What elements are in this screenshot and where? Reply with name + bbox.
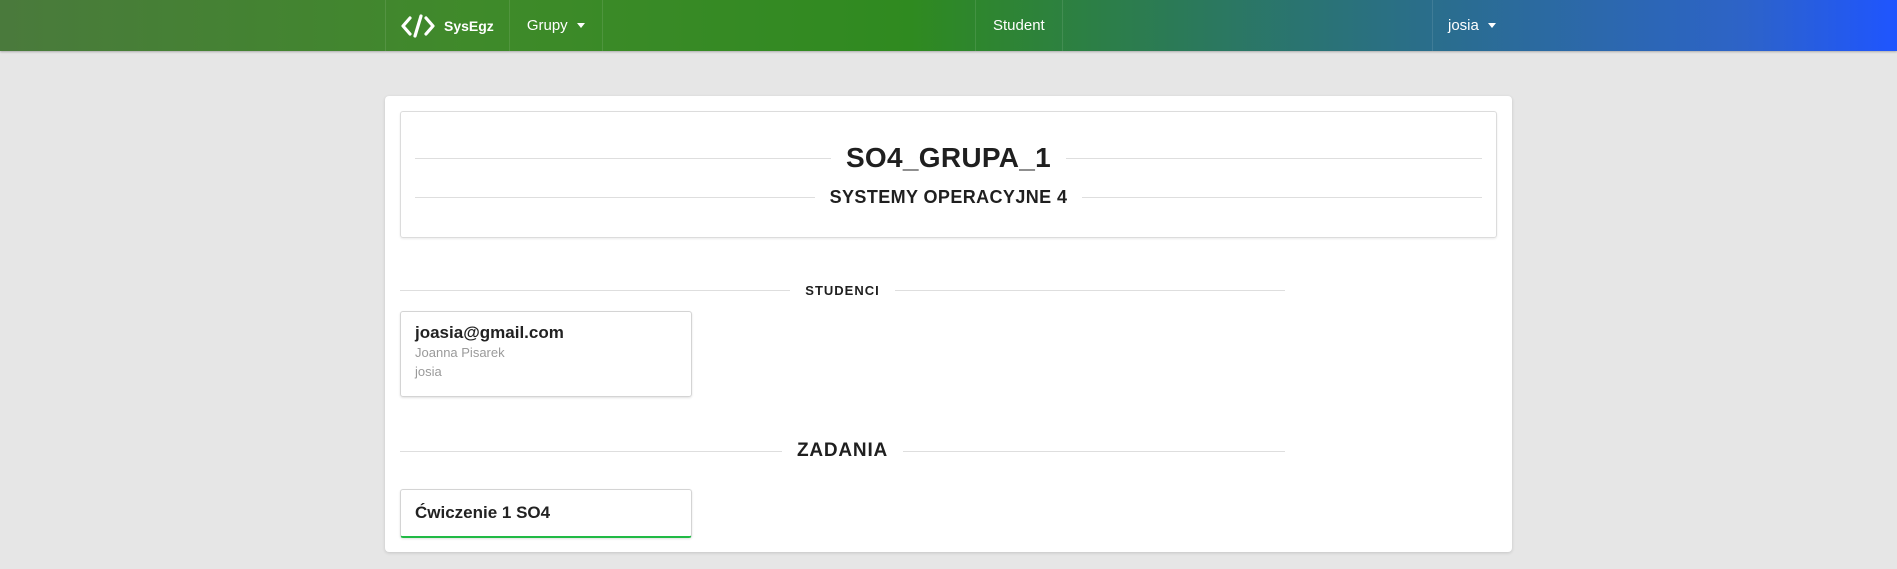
course-name-divider: SYSTEMY OPERACYJNE 4 bbox=[415, 184, 1482, 210]
group-header: SO4_GRUPA_1 SYSTEMY OPERACYJNE 4 bbox=[400, 111, 1497, 238]
student-card[interactable]: joasia@gmail.com Joanna Pisarek josia bbox=[400, 311, 692, 397]
brand-name: SysEgz bbox=[444, 17, 494, 34]
role-label: Student bbox=[993, 17, 1045, 34]
students-divider: STUDENCI bbox=[400, 280, 1286, 300]
group-title: SO4_GRUPA_1 bbox=[845, 142, 1052, 173]
divider-line bbox=[415, 157, 831, 159]
course-name: SYSTEMY OPERACYJNE 4 bbox=[829, 186, 1068, 207]
student-email: joasia@gmail.com bbox=[415, 323, 564, 342]
menu-container: SysEgz Grupy Student josia bbox=[385, 0, 1511, 51]
group-title-divider: SO4_GRUPA_1 bbox=[415, 138, 1482, 178]
tasks-heading: ZADANIA bbox=[796, 440, 889, 461]
groups-label: Grupy bbox=[526, 17, 568, 34]
role-item-student[interactable]: Student bbox=[975, 0, 1063, 51]
brand-link[interactable]: SysEgz bbox=[385, 0, 509, 51]
caret-down-icon bbox=[1487, 23, 1496, 28]
student-username: josia bbox=[415, 364, 442, 379]
user-label: josia bbox=[1448, 17, 1479, 34]
students-heading: STUDENCI bbox=[805, 282, 880, 298]
divider-line bbox=[1082, 196, 1482, 198]
tasks-divider: ZADANIA bbox=[400, 436, 1285, 466]
group-card: SO4_GRUPA_1 SYSTEMY OPERACYJNE 4 STUDENC… bbox=[385, 96, 1512, 552]
user-dropdown[interactable]: josia bbox=[1432, 0, 1511, 51]
code-icon bbox=[401, 13, 435, 38]
divider-line bbox=[400, 289, 791, 291]
task-name: Ćwiczenie 1 SO4 bbox=[415, 503, 551, 522]
caret-down-icon bbox=[576, 23, 585, 28]
divider-line bbox=[415, 196, 815, 198]
groups-dropdown[interactable]: Grupy bbox=[508, 0, 603, 51]
divider-line bbox=[903, 450, 1285, 452]
divider-line bbox=[400, 450, 782, 452]
divider-line bbox=[894, 289, 1286, 291]
task-card[interactable]: Ćwiczenie 1 SO4 bbox=[400, 489, 692, 538]
divider-line bbox=[1066, 157, 1482, 159]
top-menu-bar: SysEgz Grupy Student josia bbox=[0, 0, 1897, 51]
student-full-name: Joanna Pisarek bbox=[415, 345, 505, 360]
